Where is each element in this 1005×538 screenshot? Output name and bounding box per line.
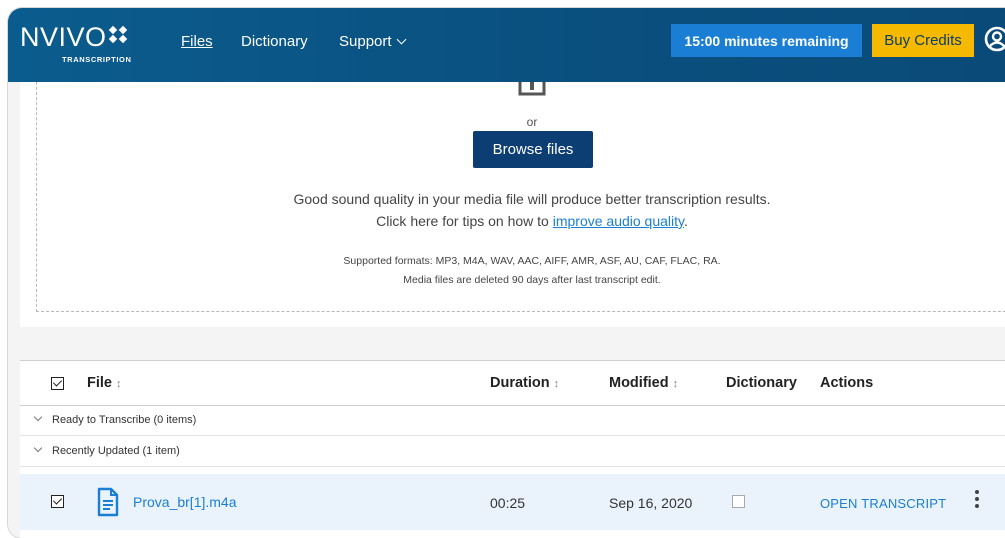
or-separator: or	[526, 115, 538, 129]
nav-support-label: Support	[339, 33, 392, 50]
sort-icon: ↕	[115, 378, 122, 390]
group-recently-updated[interactable]: Recently Updated (1 item)	[20, 436, 1005, 467]
logo-diamonds-icon	[108, 25, 133, 46]
column-modified-label: Modified	[609, 375, 669, 391]
audio-tips-suffix: .	[684, 213, 688, 229]
top-navbar: NVIVO TRANSCRIPTION Files Dictionary Sup…	[8, 8, 1005, 82]
modified-cell: Sep 16, 2020	[609, 495, 693, 511]
column-actions: Actions	[820, 375, 874, 391]
open-transcript-link[interactable]: OPEN TRANSCRIPT	[820, 496, 946, 511]
select-all-checkbox[interactable]	[51, 377, 64, 390]
nav-dictionary[interactable]: Dictionary	[241, 33, 308, 50]
chevron-down-icon	[33, 412, 43, 422]
column-file-label: File	[87, 375, 112, 391]
group-label: Ready to Transcribe (0 items)	[52, 414, 197, 426]
audio-tips-prefix: Click here for tips on how to	[376, 213, 553, 229]
column-dictionary: Dictionary	[726, 375, 797, 391]
duration-cell: 00:25	[490, 495, 526, 511]
buy-credits-button[interactable]: Buy Credits	[872, 24, 974, 57]
column-file[interactable]: File ↕	[87, 375, 121, 391]
column-duration[interactable]: Duration ↕	[490, 375, 559, 391]
browse-files-button[interactable]: Browse files	[473, 131, 593, 168]
files-table: File ↕ Duration ↕ Modified ↕ Dictionary Act…	[20, 360, 1005, 538]
chevron-down-icon	[396, 34, 406, 45]
column-duration-label: Duration	[490, 375, 550, 391]
logo-subtitle: TRANSCRIPTION	[62, 55, 132, 64]
minutes-remaining-badge: 15:00 minutes remaining	[671, 24, 862, 57]
group-ready-to-transcribe[interactable]: Ready to Transcribe (0 items)	[20, 405, 1005, 436]
nav-support[interactable]: Support	[339, 33, 406, 50]
file-dropzone[interactable]: or Browse files Good sound quality in yo…	[36, 82, 1005, 312]
document-icon	[97, 487, 119, 517]
supported-formats: Supported formats: MP3, M4A, WAV, AAC, A…	[343, 255, 721, 267]
column-modified[interactable]: Modified ↕	[609, 375, 678, 391]
logo-text: NVIVO	[20, 22, 107, 52]
nav-files[interactable]: Files	[181, 33, 213, 50]
file-name-link[interactable]: Prova_br[1].m4a	[133, 494, 237, 510]
app-window: NVIVO TRANSCRIPTION Files Dictionary Sup…	[8, 8, 1005, 538]
nvivo-logo[interactable]: NVIVO TRANSCRIPTION	[20, 22, 133, 64]
dictionary-checkbox[interactable]	[732, 495, 745, 508]
sort-icon: ↕	[672, 378, 679, 390]
table-header: File ↕ Duration ↕ Modified ↕ Dictionary Act…	[20, 361, 1005, 406]
row-select-checkbox[interactable]	[51, 495, 64, 508]
upload-panel: or Browse files Good sound quality in yo…	[20, 82, 1005, 327]
retention-note: Media files are deleted 90 days after la…	[403, 274, 661, 286]
kebab-menu-icon[interactable]	[974, 490, 980, 512]
sound-quality-tip: Good sound quality in your media file wi…	[293, 191, 771, 207]
user-account-icon[interactable]	[984, 26, 1005, 52]
audio-tips-line: Click here for tips on how to improve au…	[37, 213, 1005, 229]
sort-icon: ↕	[553, 378, 560, 390]
upload-icon	[518, 82, 546, 96]
group-label: Recently Updated (1 item)	[52, 445, 180, 457]
improve-audio-quality-link[interactable]: improve audio quality	[553, 213, 684, 229]
chevron-down-icon	[33, 443, 43, 453]
